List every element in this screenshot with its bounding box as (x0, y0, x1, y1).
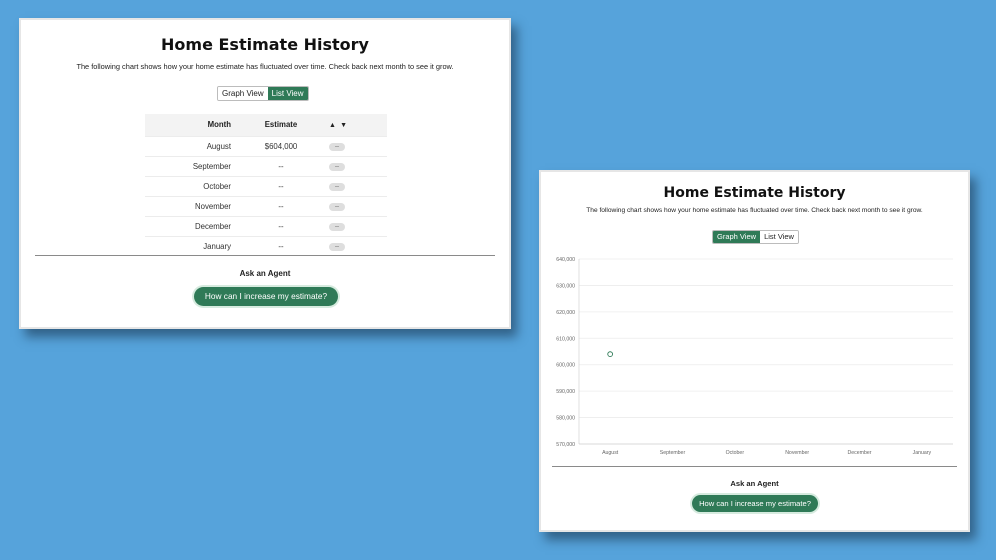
change-badge: -- (329, 243, 345, 252)
y-tick-label: 580,000 (556, 416, 575, 422)
change-badge: -- (329, 183, 345, 191)
y-tick-label: 610,000 (556, 336, 575, 342)
month-cell: November (145, 195, 233, 216)
page-title: Home Estimate History (663, 185, 846, 201)
list-view-button[interactable]: List View (760, 231, 798, 243)
month-cell: January (145, 235, 233, 256)
change-badge: -- (329, 223, 345, 231)
table-row: October -- -- (145, 175, 387, 196)
sort-up-icon[interactable]: ▲ (329, 122, 338, 129)
estimate-cell: -- (233, 235, 329, 256)
estimate-cell: -- (233, 175, 329, 196)
table-row: September -- -- (145, 155, 387, 176)
y-tick-label: 590,000 (556, 389, 575, 395)
table-row: November -- -- (145, 195, 387, 216)
month-cell: December (145, 215, 233, 236)
x-tick-label: October (726, 450, 745, 456)
estimate-table: Month Estimate ▲ ▼ August $604,000 -- Se… (145, 114, 387, 256)
estimate-cell: $604,000 (233, 135, 329, 156)
month-cell: August (145, 135, 233, 156)
graph-view-card: Home Estimate History The following char… (539, 170, 970, 532)
section-divider (35, 255, 495, 256)
change-badge: -- (329, 203, 345, 211)
estimate-column-header[interactable]: Estimate (233, 114, 329, 136)
estimate-cell: -- (233, 215, 329, 236)
page-subtitle: The following chart shows how your home … (586, 207, 923, 214)
view-toggle: Graph View List View (217, 86, 309, 101)
y-tick-label: 620,000 (556, 310, 575, 316)
x-tick-label: September (660, 450, 686, 456)
section-divider (552, 466, 957, 467)
increase-estimate-button[interactable]: How can I increase my estimate? (692, 495, 818, 512)
y-tick-label: 570,000 (556, 442, 575, 448)
y-tick-label: 630,000 (556, 283, 575, 289)
ask-agent-heading: Ask an Agent (730, 479, 779, 488)
graph-view-button[interactable]: Graph View (218, 87, 268, 100)
month-cell: September (145, 155, 233, 176)
list-view-card: Home Estimate History The following char… (19, 18, 511, 329)
estimate-cell: -- (233, 195, 329, 216)
x-tick-label: December (848, 450, 872, 456)
ask-agent-heading: Ask an Agent (239, 269, 291, 278)
table-row: January -- -- (145, 235, 387, 256)
month-cell: October (145, 175, 233, 196)
estimate-chart: 640,000 630,000 620,000 610,000 600,000 590,0… (556, 257, 953, 456)
table-row: August $604,000 -- (145, 135, 387, 156)
y-tick-label: 640,000 (556, 257, 575, 263)
graph-view-button[interactable]: Graph View (713, 231, 761, 243)
x-tick-label: January (913, 450, 932, 456)
x-tick-label: November (785, 450, 809, 456)
data-point (607, 351, 614, 357)
view-toggle: Graph View List View (712, 230, 799, 244)
sort-down-icon[interactable]: ▼ (340, 122, 349, 129)
table-row: December -- -- (145, 215, 387, 236)
page-title: Home Estimate History (161, 35, 369, 54)
table-header-row: Month Estimate ▲ ▼ (145, 114, 387, 136)
change-badge: -- (329, 163, 345, 171)
sort-controls: ▲ ▼ (329, 114, 387, 136)
month-column-header[interactable]: Month (145, 114, 233, 136)
list-view-button[interactable]: List View (267, 87, 308, 100)
estimate-cell: -- (233, 155, 329, 176)
x-tick-label: August (602, 450, 619, 456)
change-badge: -- (329, 143, 345, 151)
y-tick-label: 600,000 (556, 363, 575, 369)
increase-estimate-button[interactable]: How can I increase my estimate? (194, 287, 338, 306)
page-subtitle: The following chart shows how your home … (76, 62, 454, 71)
